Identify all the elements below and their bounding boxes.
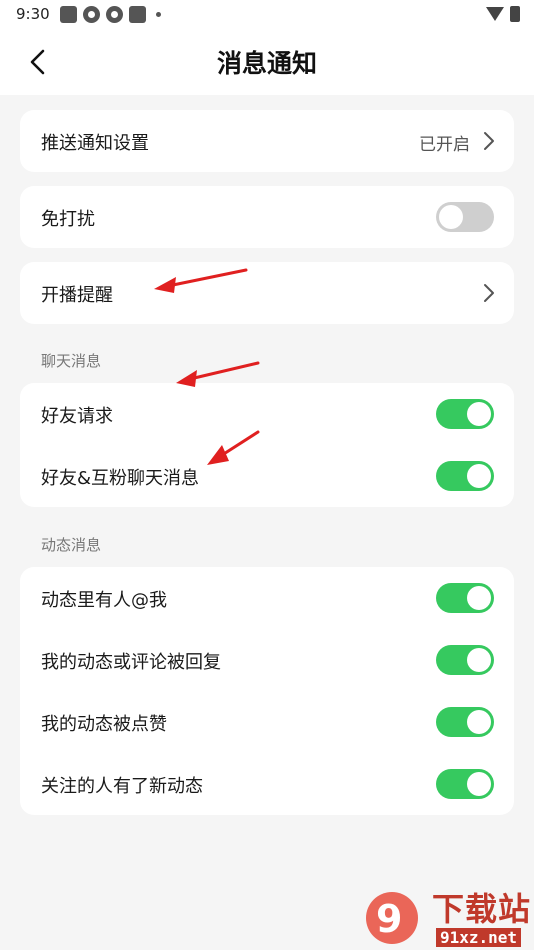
- notification-icons: [60, 6, 161, 23]
- notification-gear-icon: [83, 6, 100, 23]
- follow-update-label: 关注的人有了新动态: [41, 776, 203, 797]
- page-title: 消息通知: [216, 49, 317, 78]
- chat-section-title: 聊天消息: [41, 352, 102, 370]
- push-settings-status: 已开启: [419, 135, 470, 155]
- friend-request-label: 好友请求: [41, 406, 113, 427]
- push-settings-card: 推送通知设置 已开启: [20, 110, 514, 172]
- dnd-label: 免打扰: [41, 209, 95, 230]
- activity-section-title: 动态消息: [41, 536, 102, 554]
- like-label: 我的动态被点赞: [41, 714, 167, 735]
- svg-text:9: 9: [376, 897, 402, 941]
- live-reminder-label: 开播提醒: [41, 285, 113, 306]
- watermark-site: 91xz.net: [436, 928, 522, 947]
- live-reminder-row[interactable]: 开播提醒: [20, 262, 514, 324]
- dnd-row: 免打扰: [20, 186, 514, 248]
- toggle-knob: [467, 648, 491, 672]
- dnd-toggle[interactable]: [436, 202, 494, 232]
- push-settings-label: 推送通知设置: [41, 133, 149, 154]
- reply-row: 我的动态或评论被回复: [20, 629, 514, 691]
- watermark-brand: 下载站: [432, 890, 532, 928]
- mention-label: 动态里有人@我: [41, 590, 167, 611]
- system-icons: [486, 6, 520, 22]
- chat-section-card: 好友请求 好友&互粉聊天消息: [20, 383, 514, 507]
- friend-request-toggle[interactable]: [436, 399, 494, 429]
- mention-toggle[interactable]: [436, 583, 494, 613]
- battery-icon: [510, 6, 520, 22]
- notification-square-icon-2: [129, 6, 146, 23]
- dnd-card: 免打扰: [20, 186, 514, 248]
- activity-section-card: 动态里有人@我 我的动态或评论被回复 我的动态被点赞 关注的人有了新动态: [20, 567, 514, 815]
- live-reminder-card: 开播提醒: [20, 262, 514, 324]
- notification-gear-icon-2: [106, 6, 123, 23]
- more-notifications-dot-icon: [156, 12, 161, 17]
- toggle-knob: [467, 402, 491, 426]
- app-header: 消息通知: [0, 30, 534, 95]
- toggle-knob: [467, 772, 491, 796]
- reply-label: 我的动态或评论被回复: [41, 652, 221, 673]
- status-time: 9:30: [16, 5, 50, 23]
- like-toggle[interactable]: [436, 707, 494, 737]
- chevron-right-icon: [484, 284, 494, 302]
- friend-chat-row: 好友&互粉聊天消息: [20, 445, 514, 507]
- toggle-knob: [467, 710, 491, 734]
- friend-request-row: 好友请求: [20, 383, 514, 445]
- follow-update-toggle[interactable]: [436, 769, 494, 799]
- friend-chat-label: 好友&互粉聊天消息: [41, 468, 200, 489]
- chevron-right-icon: [484, 132, 494, 150]
- friend-chat-toggle[interactable]: [436, 461, 494, 491]
- push-settings-row[interactable]: 推送通知设置 已开启: [20, 110, 514, 172]
- toggle-knob: [467, 586, 491, 610]
- mention-row: 动态里有人@我: [20, 567, 514, 629]
- wifi-icon: [486, 7, 504, 21]
- status-bar: 9:30: [0, 0, 534, 30]
- toggle-knob: [467, 464, 491, 488]
- reply-toggle[interactable]: [436, 645, 494, 675]
- notification-square-icon: [60, 6, 77, 23]
- toggle-knob: [439, 205, 463, 229]
- like-row: 我的动态被点赞: [20, 691, 514, 753]
- follow-update-row: 关注的人有了新动态: [20, 753, 514, 815]
